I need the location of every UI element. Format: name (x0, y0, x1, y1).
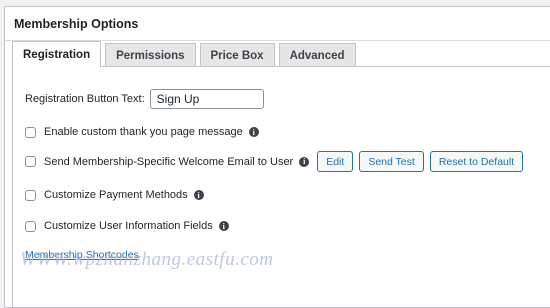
info-icon[interactable]: i (218, 221, 229, 231)
option-row-payment-methods: Customize Payment Methods i (25, 189, 204, 201)
info-icon[interactable]: i (193, 190, 204, 200)
tab-permissions[interactable]: Permissions (105, 43, 196, 67)
registration-button-text-input[interactable]: Sign Up (149, 89, 264, 109)
registration-button-row: Registration Button Text: Sign Up (25, 89, 264, 109)
payment-methods-checkbox[interactable] (25, 189, 36, 201)
info-icon[interactable]: i (248, 127, 259, 137)
edit-email-button[interactable]: Edit (317, 151, 354, 172)
watermark: WWW.wpzhanzhang.eastfu.com (20, 249, 274, 270)
option-row-thank-you: Enable custom thank you page message i (25, 126, 259, 138)
reset-to-default-button[interactable]: Reset to Default (429, 151, 524, 172)
tab-bar: Registration Permissions Price Box Advan… (12, 41, 360, 67)
option-row-welcome-email: Send Membership-Specific Welcome Email t… (25, 151, 524, 172)
welcome-email-checkbox[interactable] (25, 156, 36, 167)
thank-you-checkbox[interactable] (25, 126, 36, 138)
payment-methods-label: Customize Payment Methods (44, 189, 188, 201)
tab-advanced[interactable]: Advanced (278, 43, 356, 67)
info-icon[interactable]: i (299, 156, 310, 167)
send-test-button[interactable]: Send Test (359, 151, 424, 172)
panel-title: Membership Options (5, 7, 550, 41)
option-row-user-fields: Customize User Information Fields i (25, 220, 229, 232)
tab-registration[interactable]: Registration (12, 41, 102, 67)
user-fields-checkbox[interactable] (25, 220, 36, 232)
user-fields-label: Customize User Information Fields (44, 220, 213, 232)
registration-button-label: Registration Button Text: (25, 93, 145, 105)
thank-you-label: Enable custom thank you page message (44, 126, 243, 138)
tab-price-box[interactable]: Price Box (199, 43, 275, 67)
welcome-email-label: Send Membership-Specific Welcome Email t… (44, 155, 294, 168)
